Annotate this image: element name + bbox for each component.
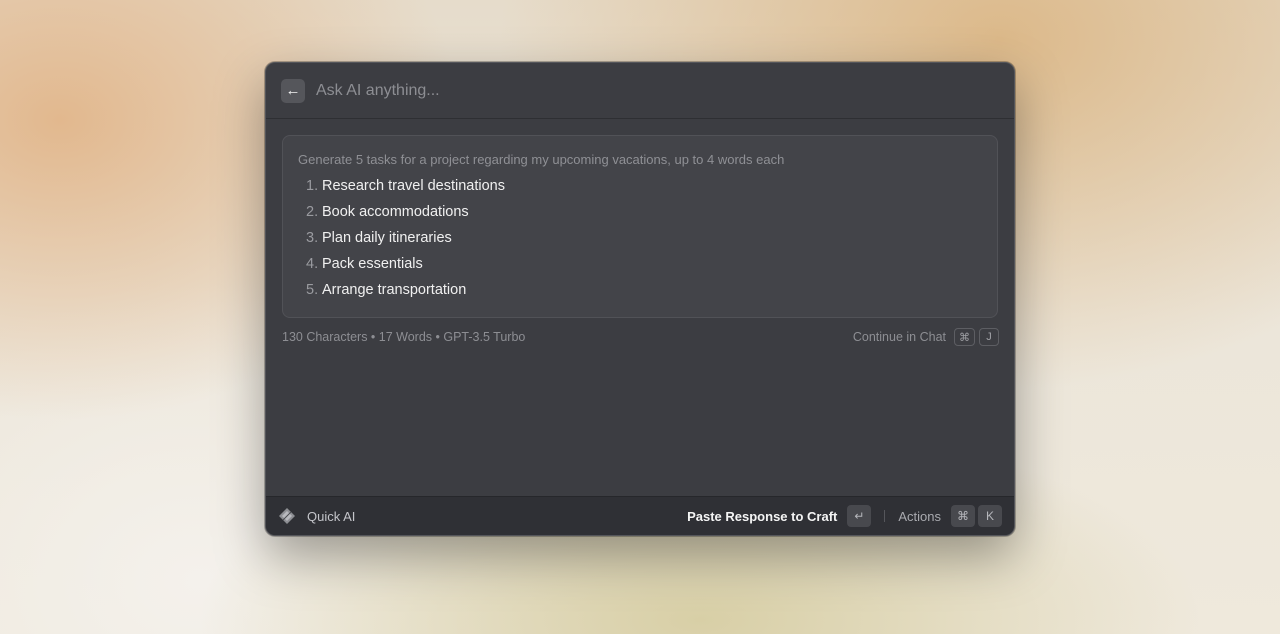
footer-left: Quick AI bbox=[278, 507, 355, 525]
ask-ai-input[interactable] bbox=[314, 80, 918, 101]
task-text: Book accommodations bbox=[322, 204, 469, 220]
task-text: Research travel destinations bbox=[322, 178, 505, 194]
back-button[interactable]: ← bbox=[281, 78, 305, 103]
paste-response-button[interactable]: Paste Response to Craft bbox=[687, 509, 837, 524]
response-card: Generate 5 tasks for a project regarding… bbox=[282, 135, 998, 318]
list-item: 4. Pack essentials bbox=[306, 251, 982, 277]
continue-in-chat-button[interactable]: Continue in Chat ⌘ J bbox=[853, 328, 999, 346]
footer-right: Paste Response to Craft ↵ Actions ⌘ K bbox=[687, 505, 1002, 527]
command-key-icon: ⌘ bbox=[954, 328, 975, 346]
meta-row: 130 Characters • 17 Words • GPT-3.5 Turb… bbox=[282, 325, 999, 349]
task-number: 3. bbox=[306, 230, 319, 246]
task-text: Arrange transportation bbox=[322, 282, 467, 298]
header: ← bbox=[266, 63, 1014, 119]
divider bbox=[884, 510, 886, 522]
task-number: 1. bbox=[306, 178, 319, 194]
prompt-text: Generate 5 tasks for a project regarding… bbox=[298, 152, 785, 167]
shortcut-key-k: K bbox=[978, 505, 1002, 527]
arrow-left-icon: ← bbox=[285, 82, 301, 99]
list-item: 2. Book accommodations bbox=[306, 199, 982, 225]
footer-title: Quick AI bbox=[307, 508, 356, 524]
enter-key-icon: ↵ bbox=[847, 505, 872, 527]
list-item: 1. Research travel destinations bbox=[306, 173, 982, 199]
response-stats: 130 Characters • 17 Words • GPT-3.5 Turb… bbox=[282, 330, 526, 344]
list-item: 5. Arrange transportation bbox=[306, 277, 982, 303]
task-number: 4. bbox=[306, 256, 319, 272]
continue-in-chat-label: Continue in Chat bbox=[852, 330, 946, 344]
command-key-icon: ⌘ bbox=[951, 505, 975, 527]
task-number: 2. bbox=[306, 204, 319, 220]
task-text: Pack essentials bbox=[322, 256, 423, 272]
shortcut-key-j: J bbox=[979, 328, 999, 346]
list-item: 3. Plan daily itineraries bbox=[306, 225, 982, 251]
quick-ai-window: ← Generate 5 tasks for a project regardi… bbox=[265, 62, 1015, 536]
footer-bar: Quick AI Paste Response to Craft ↵ Actio… bbox=[266, 496, 1014, 535]
task-number: 5. bbox=[306, 282, 319, 298]
quick-ai-sparkle-icon bbox=[278, 507, 296, 525]
actions-button[interactable]: Actions bbox=[898, 509, 941, 524]
task-text: Plan daily itineraries bbox=[322, 230, 452, 246]
task-list: 1. Research travel destinations 2. Book … bbox=[298, 173, 982, 303]
